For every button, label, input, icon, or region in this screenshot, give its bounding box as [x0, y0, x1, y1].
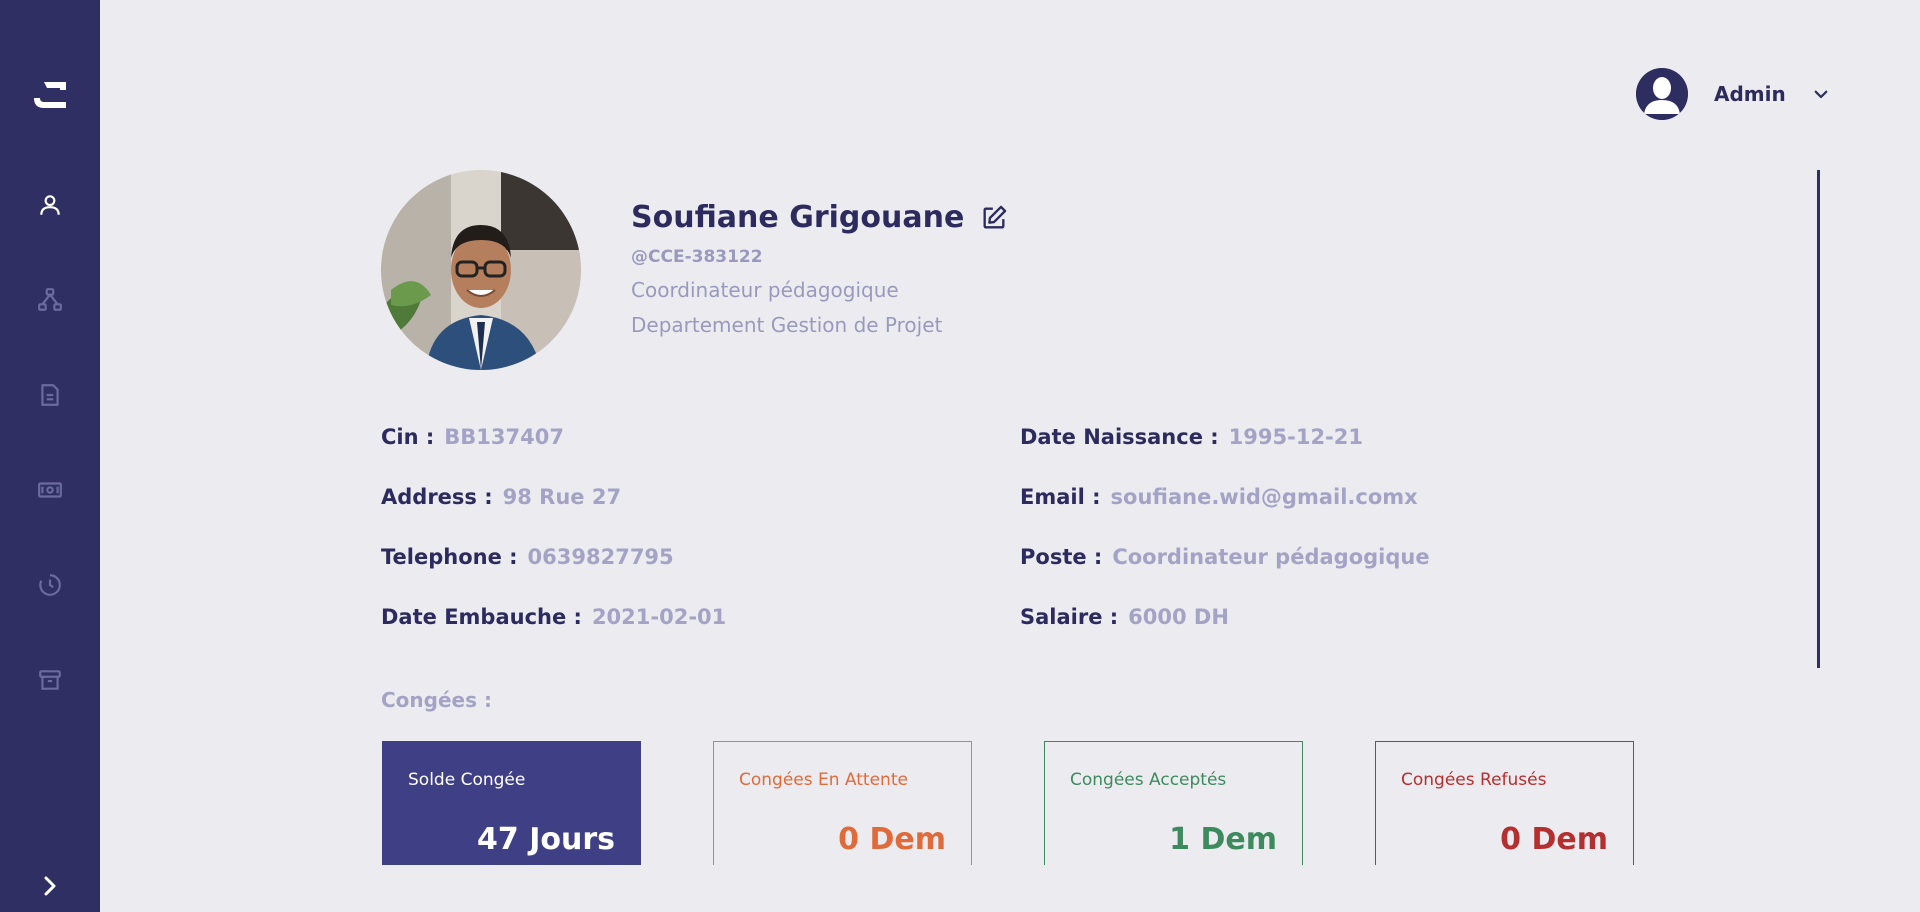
card-value: 47 Jours [477, 822, 615, 857]
org-chart-icon [38, 288, 62, 311]
sidebar-item-salary[interactable] [35, 475, 65, 505]
user-name: Admin [1714, 82, 1786, 106]
card-value: 0 Dem [838, 822, 946, 857]
sidebar-item-history[interactable] [35, 570, 65, 600]
field-label: Cin : [381, 425, 435, 449]
field-cin: Cin : BB137407 [381, 425, 564, 449]
profile-department: Departement Gestion de Projet [631, 313, 943, 337]
profile-photo [381, 170, 581, 370]
field-date-naissance: Date Naissance : 1995-12-21 [1020, 425, 1363, 449]
sidebar-bottom [0, 865, 100, 912]
field-label: Date Naissance : [1020, 425, 1219, 449]
card-conges-refuses[interactable]: Congées Refusés 0 Dem [1375, 741, 1634, 871]
field-address: Address : 98 Rue 27 [381, 485, 621, 509]
sidebar-item-archive[interactable] [35, 665, 65, 695]
profile-name-row: Soufiane Grigouane [631, 200, 1008, 235]
field-label: Address : [381, 485, 493, 509]
profile-role: Coordinateur pédagogique [631, 278, 899, 302]
user-avatar-icon [1636, 68, 1688, 120]
field-telephone: Telephone : 0639827795 [381, 545, 674, 569]
chevron-down-icon [1814, 90, 1828, 99]
field-poste: Poste : Coordinateur pédagogique [1020, 545, 1430, 569]
field-email: Email : soufiane.wid@gmail.comx [1020, 485, 1418, 509]
sidebar-item-hierarchy[interactable] [35, 285, 65, 315]
document-icon [41, 384, 59, 406]
field-value: 1995-12-21 [1228, 425, 1363, 449]
conges-section-title: Congées : [381, 688, 492, 712]
field-value: 6000 DH [1128, 605, 1229, 629]
profile-handle: @CCE-383122 [631, 247, 763, 267]
clock-icon [39, 574, 61, 596]
card-conges-en-attente[interactable]: Congées En Attente 0 Dem [713, 741, 972, 871]
field-label: Salaire : [1020, 605, 1119, 629]
edit-icon[interactable] [980, 204, 1008, 232]
field-label: Telephone : [381, 545, 518, 569]
field-salaire: Salaire : 6000 DH [1020, 605, 1229, 629]
profile-name: Soufiane Grigouane [631, 200, 965, 235]
field-label: Email : [1020, 485, 1101, 509]
field-value: soufiane.wid@gmail.comx [1110, 485, 1418, 509]
card-title: Congées Refusés [1401, 770, 1547, 790]
field-value: 2021-02-01 [591, 605, 727, 629]
field-label: Poste : [1020, 545, 1103, 569]
field-value: 98 Rue 27 [502, 485, 622, 509]
field-value: Coordinateur pédagogique [1112, 545, 1430, 569]
scrollbar[interactable] [1817, 170, 1820, 668]
card-solde-conge[interactable]: Solde Congée 47 Jours [382, 741, 641, 871]
field-label: Date Embauche : [381, 605, 582, 629]
app-logo-icon[interactable] [30, 78, 70, 114]
field-date-embauche: Date Embauche : 2021-02-01 [381, 605, 726, 629]
card-conges-acceptes[interactable]: Congées Acceptés 1 Dem [1044, 741, 1303, 871]
card-title: Solde Congée [408, 770, 526, 790]
user-menu[interactable]: Admin [1636, 68, 1830, 120]
money-icon [38, 482, 62, 498]
avatar [1636, 68, 1688, 120]
chevron-right-icon [44, 876, 56, 896]
user-icon [40, 195, 60, 215]
field-value: BB137407 [444, 425, 564, 449]
card-value: 1 Dem [1169, 822, 1277, 857]
sidebar [0, 0, 100, 912]
card-value: 0 Dem [1500, 822, 1608, 857]
sidebar-item-profile[interactable] [35, 190, 65, 220]
card-title: Congées En Attente [739, 770, 908, 790]
sidebar-item-documents[interactable] [35, 380, 65, 410]
field-value: 0639827795 [527, 545, 674, 569]
sidebar-expand-button[interactable] [35, 871, 65, 901]
card-title: Congées Acceptés [1070, 770, 1227, 790]
viewport-fold [0, 865, 1920, 912]
archive-icon [39, 670, 61, 690]
